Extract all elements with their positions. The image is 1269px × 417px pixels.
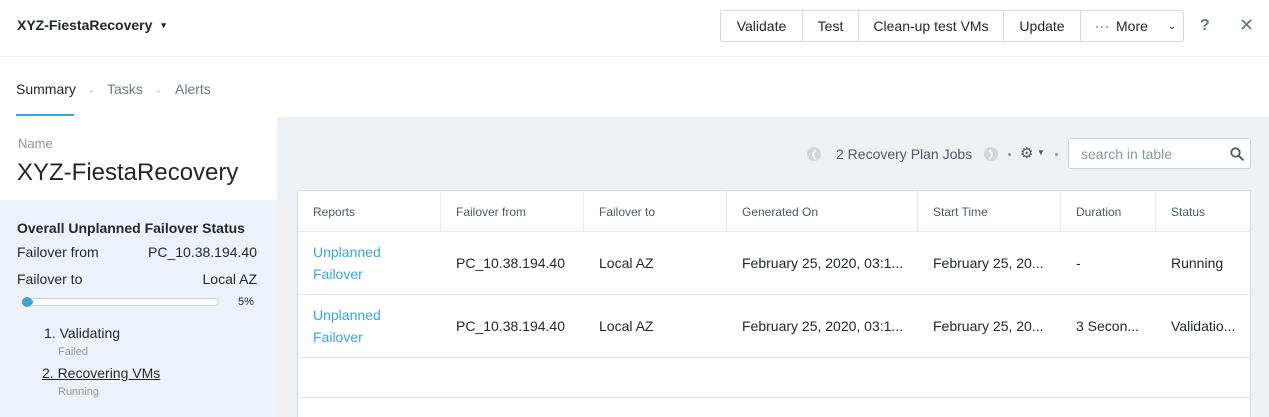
more-button[interactable]: ··· More ⌄ bbox=[1081, 11, 1183, 41]
chevron-down-icon: ⌄ bbox=[1167, 20, 1177, 32]
cell-status: Running bbox=[1171, 255, 1224, 271]
tab-separator bbox=[90, 90, 93, 93]
close-icon[interactable]: ✕ bbox=[1239, 15, 1254, 36]
status-title: Overall Unplanned Failover Status bbox=[17, 220, 245, 236]
column-header-failover-from[interactable]: Failover from bbox=[441, 191, 584, 232]
help-icon[interactable]: ? bbox=[1200, 17, 1210, 35]
name-label: Name bbox=[18, 136, 53, 151]
tab-tasks[interactable]: Tasks bbox=[107, 81, 143, 97]
header-bar: XYZ-FiestaRecovery ▾ Validate Test Clean… bbox=[0, 0, 1269, 57]
cell-start-time: February 25, 20... bbox=[933, 255, 1044, 271]
next-page-icon[interactable]: ❯ bbox=[984, 147, 998, 161]
cell-duration: - bbox=[1076, 255, 1081, 271]
cell-generated-on: February 25, 2020, 03:1... bbox=[742, 318, 904, 334]
more-label: More bbox=[1116, 18, 1148, 34]
summary-panel: Name XYZ-FiestaRecovery Overall Unplanne… bbox=[0, 117, 277, 417]
search-box bbox=[1068, 138, 1251, 169]
table-row: Unplanned Failover PC_10.38.194.40 Local… bbox=[298, 232, 1250, 295]
cell-start-time: February 25, 20... bbox=[933, 318, 1044, 334]
cell-generated-on: February 25, 2020, 03:1... bbox=[742, 255, 904, 271]
table-row: Unplanned Failover PC_10.38.194.40 Local… bbox=[298, 295, 1250, 358]
report-link[interactable]: Unplanned Failover bbox=[298, 295, 418, 357]
column-header-failover-to[interactable]: Failover to bbox=[584, 191, 727, 232]
failover-from-row: Failover from PC_10.38.194.40 bbox=[17, 244, 257, 260]
table-toolbar: ❮ 2 Recovery Plan Jobs ❯ ⚙ ▼ bbox=[277, 117, 1269, 190]
gear-icon[interactable]: ⚙ bbox=[1020, 144, 1033, 162]
cleanup-test-vms-button[interactable]: Clean-up test VMs bbox=[859, 11, 1004, 41]
search-icon[interactable] bbox=[1230, 147, 1244, 161]
chevron-down-icon[interactable]: ▼ bbox=[1037, 148, 1045, 157]
cell-status: Validatio... bbox=[1171, 318, 1236, 334]
validate-button[interactable]: Validate bbox=[721, 11, 803, 41]
step-validating: 1. Validating bbox=[44, 325, 121, 341]
column-header-duration[interactable]: Duration bbox=[1061, 191, 1156, 232]
tab-bar: Summary Tasks Alerts bbox=[0, 57, 1269, 117]
step-recovering-vms-status: Running bbox=[58, 386, 99, 398]
previous-page-icon[interactable]: ❮ bbox=[807, 147, 821, 161]
cell-failover-from: PC_10.38.194.40 bbox=[456, 318, 565, 334]
failover-from-label: Failover from bbox=[17, 244, 99, 260]
jobs-count: 2 Recovery Plan Jobs bbox=[836, 146, 973, 162]
table-header: Reports Failover from Failover to Genera… bbox=[298, 191, 1250, 232]
plan-name: XYZ-FiestaRecovery bbox=[17, 17, 153, 33]
failover-to-row: Failover to Local AZ bbox=[17, 271, 257, 287]
column-header-status[interactable]: Status bbox=[1156, 191, 1250, 232]
column-header-reports[interactable]: Reports bbox=[298, 191, 441, 232]
step-validating-status: Failed bbox=[58, 346, 88, 358]
active-tab-indicator bbox=[16, 114, 74, 116]
tab-separator bbox=[157, 90, 160, 93]
more-dots-icon: ··· bbox=[1095, 19, 1110, 33]
cell-failover-to: Local AZ bbox=[599, 255, 654, 271]
failover-to-value: Local AZ bbox=[202, 271, 257, 287]
search-input[interactable] bbox=[1081, 145, 1231, 163]
failover-from-value: PC_10.38.194.40 bbox=[148, 244, 257, 260]
cell-duration: 3 Secon... bbox=[1076, 318, 1140, 334]
test-button[interactable]: Test bbox=[803, 11, 859, 41]
jobs-table: Reports Failover from Failover to Genera… bbox=[297, 190, 1251, 417]
plan-name-value: XYZ-FiestaRecovery bbox=[17, 159, 239, 186]
tab-alerts[interactable]: Alerts bbox=[175, 81, 211, 97]
cell-failover-to: Local AZ bbox=[599, 318, 654, 334]
toolbar-separator bbox=[1008, 153, 1011, 156]
name-block: Name XYZ-FiestaRecovery bbox=[0, 117, 277, 200]
failover-status-block: Overall Unplanned Failover Status bbox=[0, 200, 277, 417]
failover-to-label: Failover to bbox=[17, 271, 83, 287]
chevron-down-icon: ▾ bbox=[161, 19, 166, 30]
step-recovering-vms-link[interactable]: 2. Recovering VMs bbox=[42, 365, 160, 381]
cell-failover-from: PC_10.38.194.40 bbox=[456, 255, 565, 271]
report-link[interactable]: Unplanned Failover bbox=[298, 232, 418, 294]
action-button-group: Validate Test Clean-up test VMs Update ·… bbox=[720, 10, 1184, 42]
tab-summary[interactable]: Summary bbox=[16, 81, 76, 97]
plan-name-dropdown[interactable]: XYZ-FiestaRecovery ▾ bbox=[17, 17, 166, 33]
update-button[interactable]: Update bbox=[1004, 11, 1081, 41]
toolbar-separator bbox=[1055, 153, 1058, 156]
progress-percent: 5% bbox=[238, 296, 254, 308]
column-header-start-time[interactable]: Start Time bbox=[918, 191, 1061, 232]
jobs-panel: ❮ 2 Recovery Plan Jobs ❯ ⚙ ▼ Reports Fai… bbox=[277, 117, 1269, 417]
progress-bar bbox=[22, 297, 219, 307]
progress-dot bbox=[22, 297, 32, 307]
empty-table-row bbox=[298, 358, 1250, 398]
column-header-generated-on[interactable]: Generated On bbox=[727, 191, 918, 232]
